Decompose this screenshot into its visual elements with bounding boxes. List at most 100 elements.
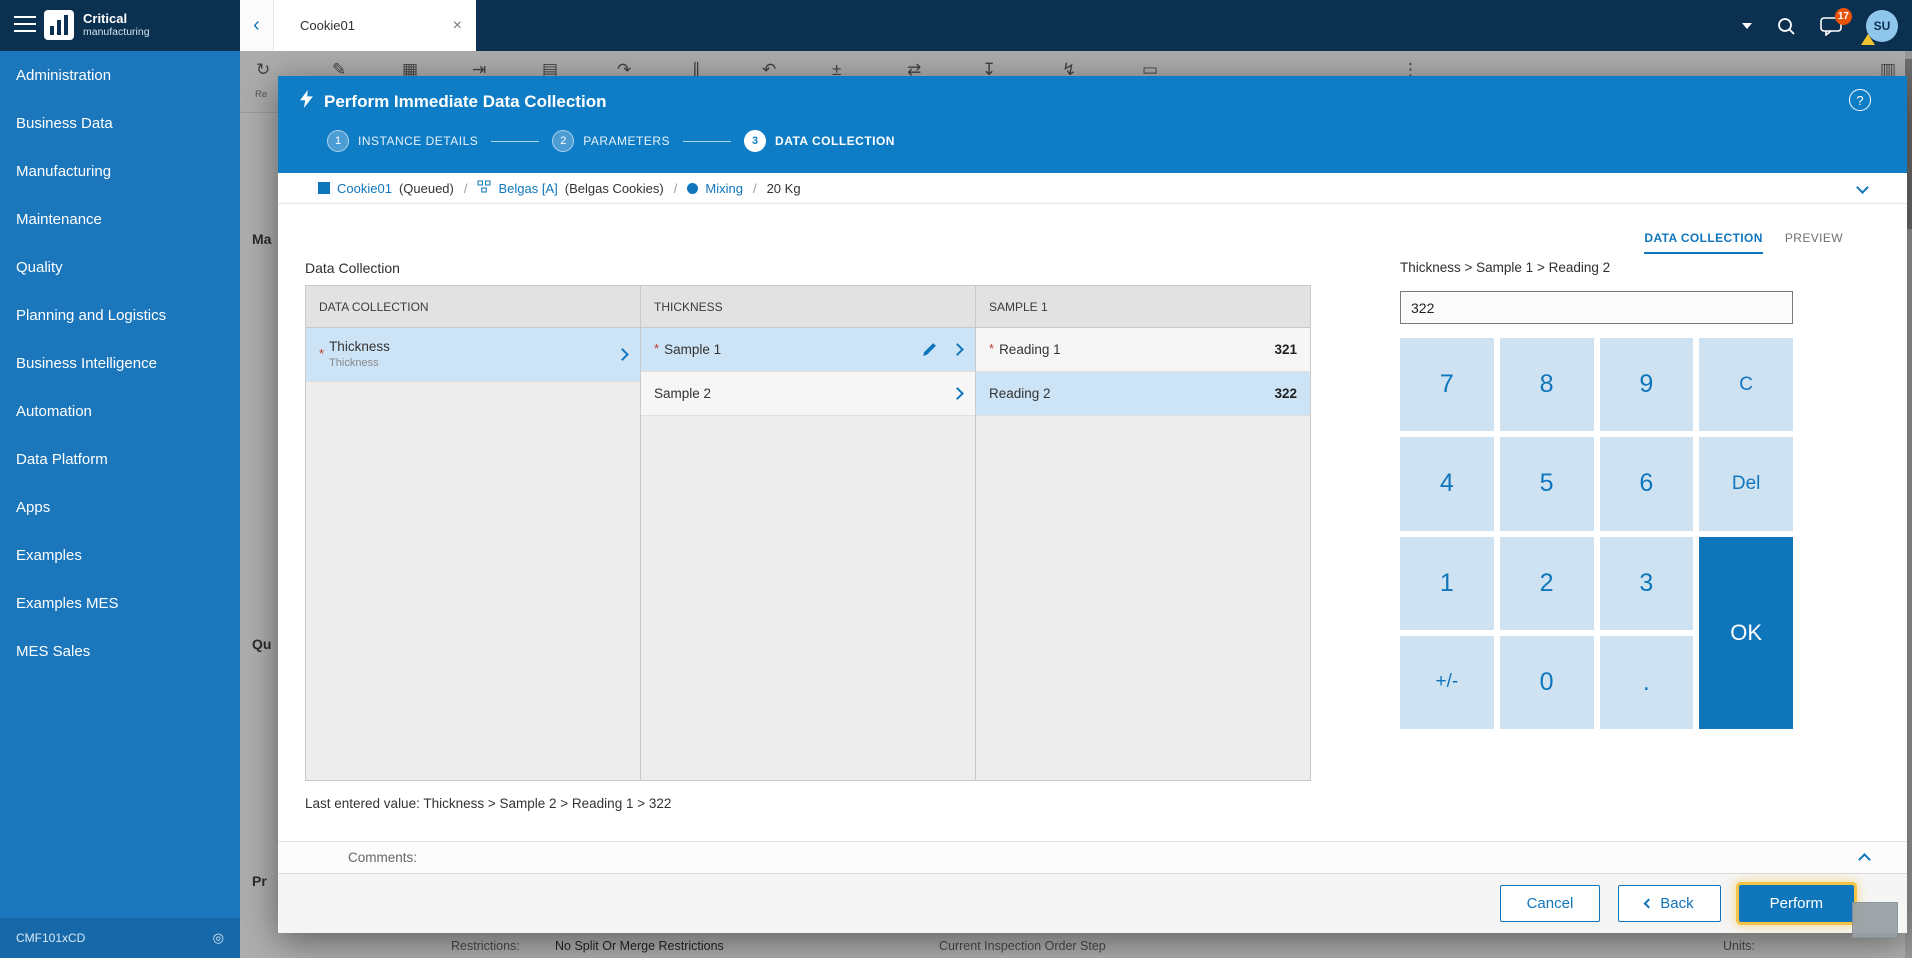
connection-status-icon: ◎ — [213, 930, 224, 946]
breadcrumb-separator: / — [753, 181, 757, 196]
comments-label: Comments: — [348, 850, 417, 865]
avatar[interactable]: SU — [1866, 10, 1898, 42]
menu-icon[interactable] — [14, 16, 38, 34]
column-header-thickness: THICKNESS — [641, 286, 975, 328]
breadcrumb-resource-link[interactable]: Belgas [A] — [498, 181, 557, 196]
chevron-right-icon — [951, 387, 964, 400]
perform-button[interactable]: Perform — [1739, 885, 1854, 922]
chevron-right-icon — [951, 343, 964, 356]
sidebar-item-mes-sales[interactable]: MES Sales — [0, 627, 240, 675]
tab-scroll-left-icon[interactable]: ‹ — [240, 0, 274, 51]
breadcrumb-step-link[interactable]: Mixing — [705, 181, 743, 196]
required-marker — [654, 342, 664, 357]
data-collection-table: DATA COLLECTION Thickness Thickness THIC… — [305, 285, 1311, 781]
step-parameters[interactable]: 2 PARAMETERS — [552, 130, 670, 152]
value-input[interactable] — [1400, 291, 1793, 324]
dialog-header: Perform Immediate Data Collection ? 1 IN… — [278, 76, 1907, 173]
column-sample-1: SAMPLE 1 Reading 1 321 Reading 2 322 — [976, 286, 1310, 780]
tab-close-icon[interactable]: × — [453, 17, 462, 35]
column-filler — [306, 382, 640, 780]
tab-label: Cookie01 — [300, 18, 355, 33]
sidebar-item-apps[interactable]: Apps — [0, 483, 240, 531]
section-title: Data Collection — [305, 260, 400, 276]
key-ok[interactable]: OK — [1699, 537, 1793, 730]
key-decimal[interactable]: . — [1600, 636, 1694, 729]
key-4[interactable]: 4 — [1400, 437, 1494, 530]
key-8[interactable]: 8 — [1500, 338, 1594, 431]
environment-label: CMF101xCD — [16, 931, 85, 945]
key-9[interactable]: 9 — [1600, 338, 1694, 431]
row-label: Reading 1 — [999, 342, 1061, 357]
chat-icon[interactable]: 17 — [1820, 16, 1842, 36]
app-logo: Critical manufacturing — [44, 10, 150, 40]
key-plus-minus[interactable]: +/- — [1400, 636, 1494, 729]
row-reading-2[interactable]: Reading 2 322 — [976, 372, 1310, 416]
row-sublabel: Thickness — [329, 357, 390, 370]
step-label: INSTANCE DETAILS — [358, 134, 478, 148]
sidebar-item-business-intelligence[interactable]: Business Intelligence — [0, 339, 240, 387]
help-icon[interactable]: ? — [1849, 89, 1871, 111]
key-5[interactable]: 5 — [1500, 437, 1594, 530]
breadcrumb-material-link[interactable]: Cookie01 — [337, 181, 392, 196]
row-sample-2[interactable]: Sample 2 — [641, 372, 975, 416]
key-7[interactable]: 7 — [1400, 338, 1494, 431]
row-label: Sample 1 — [664, 342, 721, 357]
back-label: Back — [1660, 895, 1693, 912]
sidebar-item-administration[interactable]: Administration — [0, 51, 240, 99]
back-button[interactable]: Back — [1618, 885, 1720, 922]
edit-pencil-icon[interactable] — [922, 342, 937, 357]
sidebar-item-automation[interactable]: Automation — [0, 387, 240, 435]
step-number: 1 — [327, 130, 349, 152]
search-icon[interactable] — [1776, 16, 1796, 36]
key-delete[interactable]: Del — [1699, 437, 1793, 530]
step-label: DATA COLLECTION — [775, 134, 895, 148]
chevron-down-icon[interactable] — [1856, 181, 1869, 194]
wizard-steps: 1 INSTANCE DETAILS 2 PARAMETERS 3 DATA C… — [327, 130, 895, 152]
column-filler — [976, 416, 1310, 780]
tab-data-collection[interactable]: DATA COLLECTION — [1644, 231, 1762, 254]
tab-strip: ‹ Cookie01 × — [240, 0, 476, 51]
step-dot-icon — [687, 183, 698, 194]
value-editor: Thickness > Sample 1 > Reading 2 7 8 9 C… — [1400, 260, 1793, 730]
sidebar-item-manufacturing[interactable]: Manufacturing — [0, 147, 240, 195]
row-reading-1[interactable]: Reading 1 321 — [976, 328, 1310, 372]
sidebar-item-examples[interactable]: Examples — [0, 531, 240, 579]
sidebar-item-data-platform[interactable]: Data Platform — [0, 435, 240, 483]
key-1[interactable]: 1 — [1400, 537, 1494, 630]
resource-icon — [477, 180, 491, 196]
sidebar-item-quality[interactable]: Quality — [0, 243, 240, 291]
tab-cookie01[interactable]: Cookie01 × — [274, 0, 476, 51]
dialog-footer: Cancel Back Perform — [278, 873, 1907, 933]
key-clear[interactable]: C — [1699, 338, 1793, 431]
column-header-sample-1: SAMPLE 1 — [976, 286, 1310, 328]
context-breadcrumb: Cookie01 (Queued) / Belgas [A] (Belgas C… — [278, 173, 1907, 204]
step-data-collection[interactable]: 3 DATA COLLECTION — [744, 130, 895, 152]
reading-value: 321 — [1274, 342, 1297, 357]
sidebar-item-business-data[interactable]: Business Data — [0, 99, 240, 147]
dropdown-caret-icon[interactable] — [1742, 23, 1752, 29]
key-6[interactable]: 6 — [1600, 437, 1694, 530]
sidebar-item-examples-mes[interactable]: Examples MES — [0, 579, 240, 627]
key-2[interactable]: 2 — [1500, 537, 1594, 630]
warning-badge-icon — [1861, 34, 1875, 45]
key-3[interactable]: 3 — [1600, 537, 1694, 630]
breadcrumb-separator: / — [674, 181, 678, 196]
step-number: 2 — [552, 130, 574, 152]
numeric-keypad: 7 8 9 C 4 5 6 Del 1 2 3 OK +/- 0 . — [1400, 338, 1793, 729]
material-state: (Queued) — [399, 181, 454, 196]
column-data-collection: DATA COLLECTION Thickness Thickness — [306, 286, 641, 780]
cancel-button[interactable]: Cancel — [1500, 885, 1601, 922]
sidebar-item-planning-logistics[interactable]: Planning and Logistics — [0, 291, 240, 339]
chevron-up-icon[interactable] — [1858, 853, 1871, 866]
step-instance-details[interactable]: 1 INSTANCE DETAILS — [327, 130, 478, 152]
chat-badge: 17 — [1835, 8, 1852, 25]
row-thickness[interactable]: Thickness Thickness — [306, 328, 640, 382]
screen: ↻ Re ✎ ▦ ⇥ ▤ ↷ ∥ ↶ ± ⇄ ↧ ↯ ▭ ⋮ ▥ Ma Qu P… — [0, 0, 1912, 958]
lightning-icon — [300, 90, 313, 113]
row-sample-1[interactable]: Sample 1 — [641, 328, 975, 372]
material-icon — [318, 182, 330, 194]
tab-preview[interactable]: PREVIEW — [1785, 231, 1843, 254]
key-0[interactable]: 0 — [1500, 636, 1594, 729]
row-label: Reading 2 — [989, 386, 1051, 401]
sidebar-item-maintenance[interactable]: Maintenance — [0, 195, 240, 243]
